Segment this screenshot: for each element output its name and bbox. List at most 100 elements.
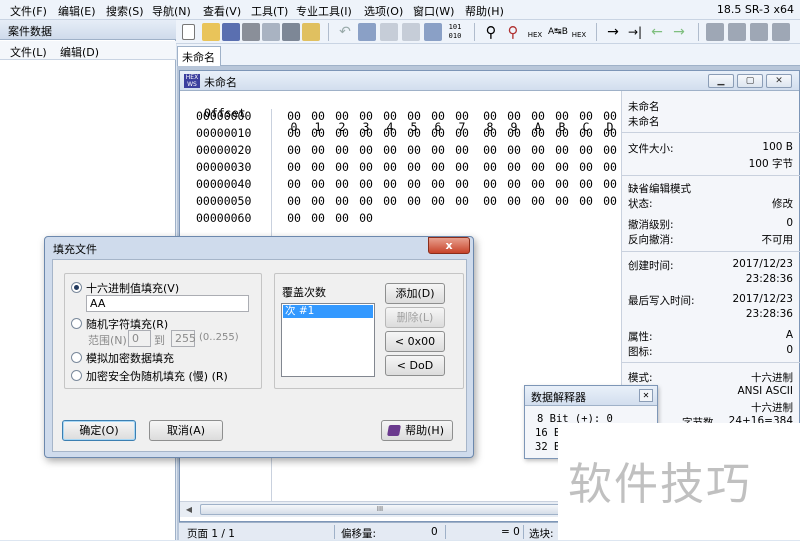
hex-byte[interactable]: 00 (308, 194, 328, 208)
hex-byte[interactable]: 00 (356, 126, 376, 140)
hex-byte[interactable]: 00 (504, 160, 524, 174)
hex-byte[interactable]: 00 (380, 177, 400, 191)
hex-row[interactable]: 00000060 00 00 00 00 (180, 211, 620, 227)
hex-byte[interactable]: 00 (404, 109, 424, 123)
hex-byte[interactable]: 00 (332, 143, 352, 157)
hex-byte[interactable]: 00 (552, 143, 572, 157)
hex-byte[interactable]: 00 (600, 109, 620, 123)
hex-byte[interactable]: 00 (404, 143, 424, 157)
find-text-icon[interactable]: ⚲ (504, 23, 522, 41)
delete-pass-button[interactable]: 删除(L) (385, 307, 445, 328)
hex-byte[interactable]: 00 (504, 143, 524, 157)
hex-byte[interactable]: 00 (356, 211, 376, 225)
hex-byte[interactable]: 00 (452, 109, 472, 123)
hex-byte[interactable]: 00 (284, 126, 304, 140)
folder-icon[interactable] (302, 23, 320, 41)
preset-0x00-button[interactable]: < 0x00 (385, 331, 445, 352)
open-file-icon[interactable] (202, 23, 220, 41)
hex-byte[interactable]: 00 (356, 177, 376, 191)
hex-row[interactable]: 00000030 00 00 00 00 00 00 00 00 00 00 00 00 00 00 (180, 160, 620, 176)
analyze-icon[interactable] (772, 23, 790, 41)
hex-byte[interactable]: 00 (332, 126, 352, 140)
find-icon[interactable]: ⚲ (482, 23, 500, 41)
scrollbar-thumb[interactable]: III (200, 504, 560, 515)
hex-byte[interactable]: 00 (284, 211, 304, 225)
hex-byte[interactable]: 00 (428, 160, 448, 174)
hex-byte[interactable]: 00 (308, 211, 328, 225)
hex-byte[interactable]: 00 (332, 194, 352, 208)
open-disk-icon[interactable] (282, 23, 300, 41)
radio-crypto-fill-label[interactable]: 模拟加密数据填充 (86, 350, 174, 366)
hex-byte[interactable]: 00 (404, 126, 424, 140)
hex-byte[interactable]: 00 (452, 177, 472, 191)
range-to-input[interactable]: 255 (171, 330, 196, 347)
undo-icon[interactable]: ↶ (336, 23, 354, 41)
close-icon[interactable]: ✕ (639, 389, 653, 402)
hex-byte[interactable]: 00 (428, 177, 448, 191)
hex-byte[interactable]: 00 (332, 177, 352, 191)
menu-tools[interactable]: 工具(T) (251, 3, 288, 19)
hex-byte[interactable]: 00 (528, 194, 548, 208)
hex-byte[interactable]: 00 (504, 109, 524, 123)
new-file-icon[interactable] (182, 24, 195, 40)
hex-byte[interactable]: 00 (504, 194, 524, 208)
radio-secure-fill[interactable] (71, 370, 82, 381)
menu-view[interactable]: 查看(V) (203, 3, 241, 19)
hex-byte[interactable]: 00 (404, 194, 424, 208)
hex-byte[interactable]: 00 (356, 194, 376, 208)
horizontal-scrollbar[interactable]: ◀ III ▶ (180, 501, 620, 517)
scroll-left-icon[interactable]: ◀ (182, 504, 196, 515)
hex-byte[interactable]: 00 (356, 160, 376, 174)
hex-byte[interactable]: 00 (480, 160, 500, 174)
hex-byte[interactable]: 00 (284, 160, 304, 174)
paste-icon[interactable] (380, 23, 398, 41)
hex-byte[interactable]: 00 (480, 143, 500, 157)
hex-byte[interactable]: 00 (404, 177, 424, 191)
hex-byte[interactable]: 00 (480, 177, 500, 191)
hex-byte[interactable]: 00 (452, 160, 472, 174)
find-hex-icon[interactable]: HEX (526, 23, 544, 41)
maximize-button[interactable]: ▢ (737, 74, 763, 88)
minimize-button[interactable]: ▁ (708, 74, 734, 88)
hex-byte[interactable]: 00 (552, 126, 572, 140)
hex-byte[interactable]: 00 (428, 109, 448, 123)
menu-edit[interactable]: 编辑(E) (58, 3, 96, 19)
hex-byte[interactable]: 00 (332, 160, 352, 174)
properties-icon[interactable] (262, 23, 280, 41)
disk-icon[interactable] (706, 23, 724, 41)
hex-byte[interactable]: 00 (480, 109, 500, 123)
hex-row[interactable]: 00000040 00 00 00 00 00 00 00 00 00 00 00 00 00 00 (180, 177, 620, 193)
hex-byte[interactable]: 00 (528, 143, 548, 157)
menu-navigate[interactable]: 导航(N) (152, 3, 191, 19)
paste-write-icon[interactable] (402, 23, 420, 41)
menu-window[interactable]: 窗口(W) (413, 3, 454, 19)
hex-byte[interactable]: 00 (528, 160, 548, 174)
hex-byte[interactable]: 00 (528, 177, 548, 191)
hex-byte[interactable]: 00 (452, 143, 472, 157)
radio-crypto-fill[interactable] (71, 352, 82, 363)
case-menu-file[interactable]: 文件(L) (10, 44, 47, 60)
hex-byte[interactable]: 00 (380, 126, 400, 140)
hex-byte[interactable]: 00 (480, 126, 500, 140)
hex-byte[interactable]: 00 (452, 194, 472, 208)
hex-byte[interactable]: 00 (308, 109, 328, 123)
add-pass-button[interactable]: 添加(D) (385, 283, 445, 304)
radio-hex-fill[interactable] (71, 282, 82, 293)
ok-button[interactable]: 确定(O) (62, 420, 136, 441)
hex-byte[interactable]: 00 (528, 109, 548, 123)
hex-byte[interactable]: 00 (380, 109, 400, 123)
close-button[interactable]: ✕ (766, 74, 792, 88)
hex-byte[interactable]: 00 (308, 126, 328, 140)
hex-row[interactable]: 00000010 00 00 00 00 00 00 00 00 00 00 00 00 00 00 (180, 126, 620, 142)
hex-byte[interactable]: 00 (404, 160, 424, 174)
clipboard-icon[interactable] (424, 23, 442, 41)
hex-byte[interactable]: 00 (576, 177, 596, 191)
hex-byte[interactable]: 00 (332, 109, 352, 123)
hex-byte[interactable]: 00 (504, 177, 524, 191)
hex-byte[interactable]: 00 (504, 126, 524, 140)
disk-tools-icon[interactable] (750, 23, 768, 41)
hex-byte[interactable]: 00 (284, 194, 304, 208)
hex-byte[interactable]: 00 (380, 194, 400, 208)
hex-row[interactable]: 00000000 00 00 00 00 00 00 00 00 00 00 00 00 00 00 (180, 109, 620, 125)
replace-icon[interactable]: A↹B (548, 23, 568, 41)
